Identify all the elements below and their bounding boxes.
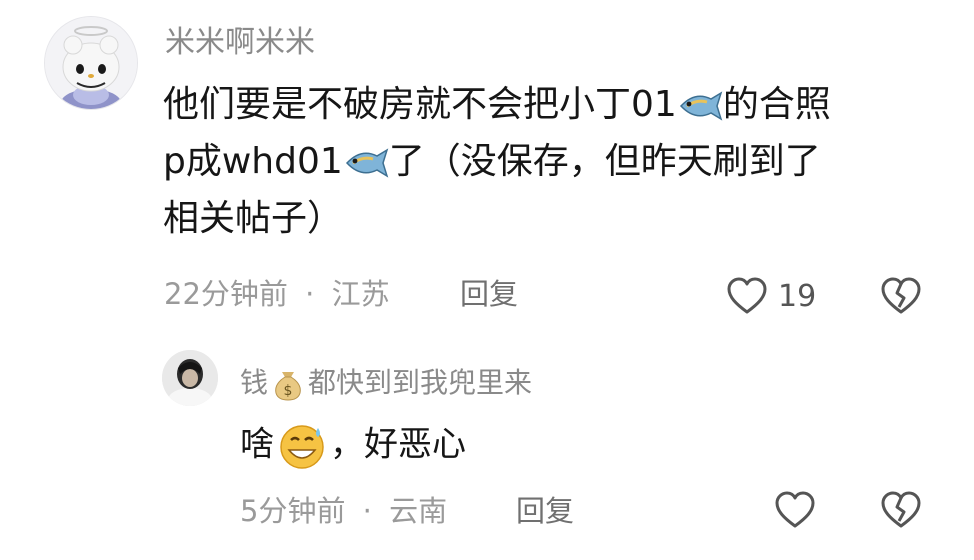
reply-text-part1: 啥 [240,424,274,465]
reply-meta: 5分钟前 · 云南 [240,497,447,526]
reply-username-part2: 都快到到我兜里来 [308,366,533,399]
avatar[interactable] [44,16,138,110]
like-count: 19 [778,279,817,314]
dislike-button[interactable] [880,276,922,316]
svg-text:$: $ [284,383,293,399]
comment-username[interactable]: 米米啊米米 [165,28,315,58]
avatar-photo-icon [162,350,218,406]
comment-text-seg5: 相关帖子） [163,198,344,239]
avatar-kitty-icon [45,17,137,109]
comment-text-seg2: 的合照 [722,84,831,125]
heart-icon [775,491,815,528]
reply-location: 云南 [389,494,448,528]
comment-text-seg4: 了（没保存，但昨天刷到了 [388,141,821,182]
grinning-sweat-icon [280,425,324,469]
comment-line-2: p成whd01 了（没保存，但昨天刷到了 [163,133,923,190]
comment-line-3: 相关帖子） [163,190,923,247]
reply-dislike-button[interactable] [880,490,922,530]
broken-heart-icon [881,277,921,314]
broken-heart-icon [881,491,921,528]
reply-avatar[interactable] [162,350,218,406]
comment-text: 他们要是不破房就不会把小丁01 的合照 p成whd01 了（没保存，但昨天刷到了… [163,76,923,247]
fish-icon [679,91,723,121]
reply-button[interactable]: 回复 [460,280,518,309]
fish-icon [345,148,389,178]
comment-line-1: 他们要是不破房就不会把小丁01 的合照 [163,76,923,133]
reply-username-part1: 钱 [240,366,269,399]
like-button[interactable] [726,276,768,316]
reply-text: 啥 ，好恶心 [240,422,466,470]
money-bag-icon: $ [275,372,301,401]
comment-text-seg3: p成whd01 [163,141,343,182]
heart-icon [727,277,767,314]
comment-time: 22分钟前 [164,277,288,311]
meta-dot: · [305,277,315,311]
meta-dot: · [362,494,372,528]
comment-meta: 22分钟前 · 江苏 [164,280,390,309]
comment-text-seg1: 他们要是不破房就不会把小丁01 [163,84,677,125]
reply-reply-button[interactable]: 回复 [516,497,574,526]
comment-location: 江苏 [331,277,390,311]
reply-text-part2: ，好恶心 [330,424,466,465]
reply-like-button[interactable] [774,490,816,530]
reply-username[interactable]: 钱 $ 都快到到我兜里来 [240,366,532,402]
reply-time: 5分钟前 [240,494,346,528]
